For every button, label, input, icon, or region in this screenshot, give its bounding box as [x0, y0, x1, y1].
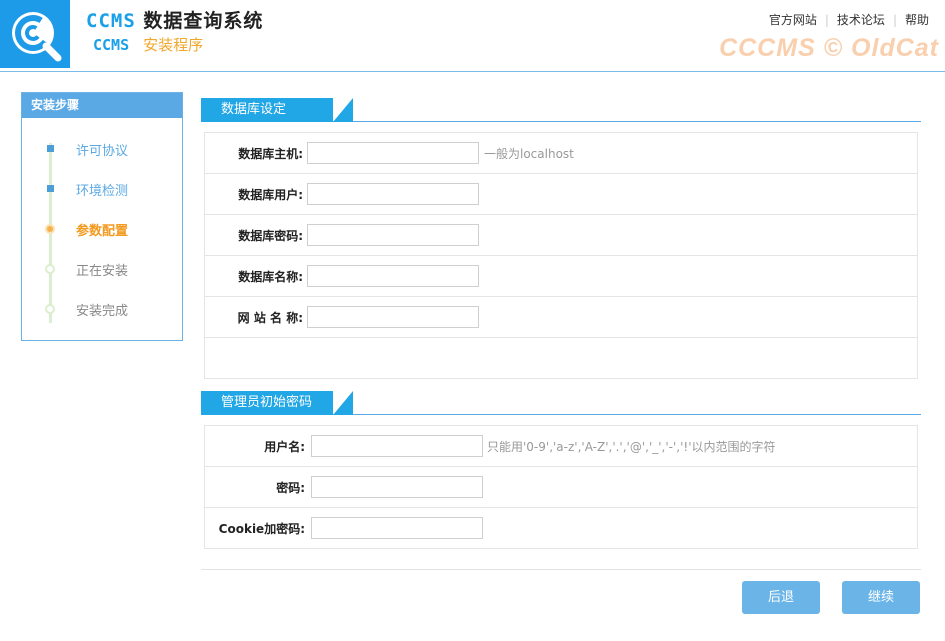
install-steps-list: 许可协议 环境检测 参数配置 正在安装 安装完成 [22, 118, 182, 340]
admin-username-hint: 只能用'0-9','a-z','A-Z','.','@','_','-','!'… [487, 440, 776, 454]
db-user-row: 数据库用户: [205, 174, 917, 215]
admin-password-form: 用户名: 只能用'0-9','a-z','A-Z','.','@','_','-… [204, 425, 918, 549]
top-links: 官方网站 | 技术论坛 | 帮助 [769, 11, 929, 28]
empty-row [205, 338, 917, 379]
link-official-site[interactable]: 官方网站 [769, 13, 817, 27]
cookie-key-row: Cookie加密码: [205, 508, 917, 549]
link-separator: | [892, 13, 897, 27]
site-name-label: 网 站 名 称: [237, 311, 303, 325]
logo-icon [12, 12, 62, 62]
footer-divider [201, 569, 921, 570]
admin-section-header: 管理员初始密码 [201, 391, 921, 415]
link-separator: | [824, 13, 829, 27]
db-host-hint: 一般为localhost [484, 147, 574, 161]
step-label: 许可协议 [76, 144, 129, 159]
back-button[interactable]: 后退 [742, 581, 820, 614]
db-name-row: 数据库名称: [205, 256, 917, 297]
step-label: 参数配置 [76, 224, 129, 239]
step-done-icon [47, 185, 54, 192]
step-install-complete: 安装完成 [22, 299, 182, 319]
db-section-title: 数据库设定 [201, 98, 353, 122]
logo [0, 0, 70, 68]
brand-subtitle: CCMS 安装程序 [93, 34, 203, 55]
db-section-header: 数据库设定 [201, 98, 921, 122]
db-name-label: 数据库名称: [238, 270, 303, 284]
brand-subtitle-ccms: CCMS [93, 36, 130, 54]
link-help[interactable]: 帮助 [905, 13, 929, 27]
admin-username-row: 用户名: 只能用'0-9','a-z','A-Z','.','@','_','-… [205, 426, 917, 467]
cookie-key-input[interactable] [311, 517, 483, 539]
db-settings-form: 数据库主机: 一般为localhost 数据库用户: 数据库密码: 数据库名称:… [204, 132, 918, 379]
step-label: 安装完成 [76, 304, 129, 319]
site-name-row: 网 站 名 称: [205, 297, 917, 338]
step-parameter-config: 参数配置 [22, 219, 182, 239]
admin-username-label: 用户名: [264, 440, 305, 454]
step-active-icon [45, 224, 55, 234]
step-pending-icon [45, 304, 55, 314]
db-password-input[interactable] [307, 224, 479, 246]
step-license: 许可协议 [22, 139, 182, 159]
continue-button[interactable]: 继续 [842, 581, 920, 614]
install-steps-panel: 安装步骤 许可协议 环境检测 参数配置 正在安装 安装完成 [21, 92, 183, 341]
step-label: 环境检测 [76, 184, 129, 199]
brand-title-ccms: CCMS [86, 10, 136, 32]
brand-title-text: 数据查询系统 [143, 10, 264, 32]
cookie-key-label: Cookie加密码: [218, 522, 305, 536]
admin-password-label: 密码: [276, 481, 305, 495]
admin-password-input[interactable] [311, 476, 483, 498]
db-name-input[interactable] [307, 265, 479, 287]
db-password-label: 数据库密码: [238, 229, 303, 243]
step-pending-icon [45, 264, 55, 274]
watermark: CCCMS © OldCat [719, 34, 939, 62]
db-host-label: 数据库主机: [238, 147, 303, 161]
step-environment-check: 环境检测 [22, 179, 182, 199]
admin-section-title: 管理员初始密码 [201, 391, 353, 415]
db-host-row: 数据库主机: 一般为localhost [205, 133, 917, 174]
site-name-input[interactable] [307, 306, 479, 328]
install-steps-title: 安装步骤 [22, 93, 182, 118]
brand-subtitle-text: 安装程序 [143, 36, 204, 54]
db-user-label: 数据库用户: [238, 188, 303, 202]
step-done-icon [47, 145, 54, 152]
db-password-row: 数据库密码: [205, 215, 917, 256]
brand-title: CCMS 数据查询系统 [86, 6, 263, 33]
db-host-input[interactable] [307, 142, 479, 164]
admin-password-row: 密码: [205, 467, 917, 508]
page-header: CCMS 数据查询系统 CCMS 安装程序 官方网站 | 技术论坛 | 帮助 CCCMS … [0, 0, 945, 72]
link-tech-forum[interactable]: 技术论坛 [837, 13, 885, 27]
step-label: 正在安装 [76, 264, 129, 279]
admin-username-input[interactable] [311, 435, 483, 457]
step-installing: 正在安装 [22, 259, 182, 279]
db-user-input[interactable] [307, 183, 479, 205]
